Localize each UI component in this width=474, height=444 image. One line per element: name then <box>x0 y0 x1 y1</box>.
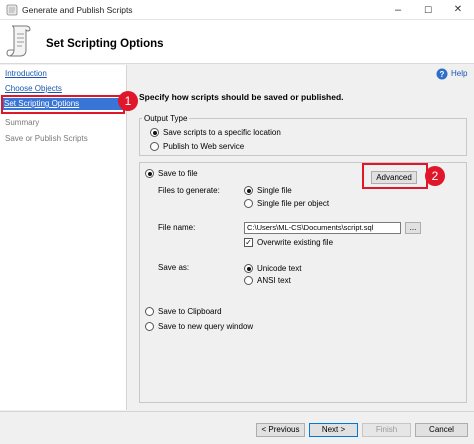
overwrite-label: Overwrite existing file <box>257 238 334 247</box>
publish-web-radio[interactable] <box>150 142 159 151</box>
single-file-label: Single file <box>257 186 292 195</box>
previous-button[interactable]: < Previous <box>256 423 305 437</box>
file-name-label: File name: <box>158 223 196 232</box>
minimize-button[interactable]: – <box>384 2 412 18</box>
save-to-file-radio[interactable] <box>145 169 154 178</box>
save-to-file-label: Save to file <box>158 169 198 178</box>
ansi-text-label: ANSI text <box>257 276 291 285</box>
page-title: Set Scripting Options <box>46 38 164 50</box>
ansi-text-radio[interactable] <box>244 276 253 285</box>
callout-highlight-1 <box>1 95 125 114</box>
maximize-button[interactable]: ☐ <box>414 2 442 18</box>
next-button[interactable]: Next > <box>309 423 358 437</box>
save-to-clipboard-label: Save to Clipboard <box>158 307 222 316</box>
save-to-query-window-label: Save to new query window <box>158 322 254 331</box>
finish-button: Finish <box>362 423 411 437</box>
sidebar-item-summary: Summary <box>5 118 40 127</box>
save-to-clipboard-radio[interactable] <box>145 307 154 316</box>
window-title: Generate and Publish Scripts <box>22 5 133 15</box>
save-location-radio[interactable] <box>150 128 159 137</box>
scroll-app-icon <box>6 4 18 16</box>
browse-button[interactable]: ... <box>405 222 421 234</box>
help-icon[interactable]: ? <box>436 68 448 80</box>
callout-badge-2: 2 <box>425 166 445 186</box>
callout-badge-1: 1 <box>118 91 138 111</box>
single-file-radio[interactable] <box>244 186 253 195</box>
file-name-input[interactable]: C:\Users\ML-CS\Documents\script.sql <box>244 222 401 234</box>
callout-highlight-2 <box>362 163 428 189</box>
footer-divider <box>0 411 474 412</box>
unicode-text-label: Unicode text <box>257 264 302 273</box>
single-file-per-object-label: Single file per object <box>257 199 330 208</box>
wizard-sidebar <box>0 65 127 410</box>
svg-text:?: ? <box>440 70 445 79</box>
help-link[interactable]: Help <box>451 69 467 78</box>
sidebar-item-choose-objects[interactable]: Choose Objects <box>5 84 62 93</box>
overwrite-checkbox[interactable]: ✓ <box>244 238 253 247</box>
save-location-label: Save scripts to a specific location <box>163 128 281 137</box>
unicode-text-radio[interactable] <box>244 264 253 273</box>
cancel-button[interactable]: Cancel <box>415 423 468 437</box>
publish-web-label: Publish to Web service <box>163 142 245 151</box>
sidebar-item-introduction[interactable]: Introduction <box>5 69 47 78</box>
output-type-legend: Output Type <box>142 114 190 123</box>
save-to-query-window-radio[interactable] <box>145 322 154 331</box>
instruction-text: Specify how scripts should be saved or p… <box>139 92 344 102</box>
sidebar-item-save-or-publish: Save or Publish Scripts <box>5 134 88 143</box>
single-file-per-object-radio[interactable] <box>244 199 253 208</box>
save-as-label: Save as: <box>158 263 190 272</box>
script-scroll-icon <box>6 25 31 57</box>
files-to-generate-label: Files to generate: <box>158 186 220 195</box>
close-button[interactable]: ✕ <box>444 2 472 18</box>
